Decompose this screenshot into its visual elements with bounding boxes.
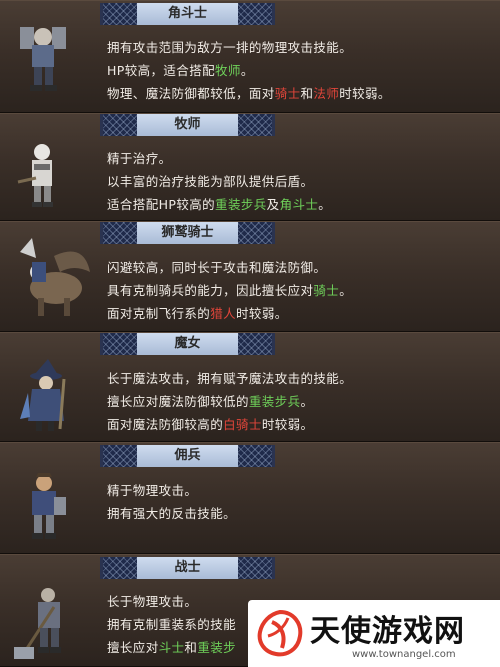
unit-desc-line: 以丰富的治疗技能为部队提供后盾。 [107, 174, 314, 189]
unit-title: 佣兵 [174, 448, 201, 463]
unit-title-banner: 狮鹫骑士 [100, 222, 275, 244]
unit-section-mercenary: 佣兵 精于物理攻击。 拥有强大的反击技能。 [0, 442, 500, 554]
unit-title-banner: 佣兵 [100, 445, 275, 467]
unit-desc-line: 精于治疗。 [107, 151, 172, 166]
warrior-sprite-icon [14, 588, 61, 659]
unit-title-banner: 战士 [100, 557, 275, 579]
unit-desc-line: 精于物理攻击。 [107, 483, 198, 498]
unit-desc-line: 面对克制飞行系的猎人时较弱。 [107, 306, 288, 321]
site-watermark: 天使游戏网 www.townangel.com [248, 600, 500, 667]
mercenary-sprite-icon [32, 473, 66, 539]
unit-desc-line: 长于魔法攻击，拥有赋予魔法攻击的技能。 [107, 371, 353, 386]
unit-title: 狮鹫骑士 [161, 225, 214, 240]
unit-desc-line: 具有克制骑兵的能力，因此擅长应对骑士。 [107, 283, 353, 298]
gladiator-sprite-icon [20, 27, 66, 91]
unit-title: 角斗士 [167, 6, 207, 21]
unit-desc-line: 物理、魔法防御都较低，面对骑士和法师时较弱。 [107, 86, 391, 101]
unit-title: 魔女 [174, 336, 201, 351]
unit-title-banner: 角斗士 [100, 3, 275, 25]
unit-section-witch: 魔女 长于魔法攻击，拥有赋予魔法攻击的技能。 擅长应对魔法防御较低的重装步兵。 … [0, 332, 500, 442]
unit-desc-line: 擅长应对斗士和重装步 [107, 640, 237, 655]
unit-desc-line: 面对魔法防御较高的白骑士时较弱。 [107, 417, 314, 432]
unit-desc-line: 拥有克制重装系的技能 [107, 617, 237, 632]
cleric-sprite-icon [17, 144, 53, 207]
unit-title: 战士 [174, 560, 201, 575]
gryphon-knight-sprite-icon [20, 238, 90, 316]
unit-desc-line: HP较高，适合搭配牧师。 [107, 63, 254, 78]
unit-title-banner: 牧师 [100, 114, 275, 136]
unit-section-gryphon-knight: 狮鹫骑士 闪避较高，同时长于攻击和魔法防御。 具有克制骑兵的能力，因此擅长应对骑… [0, 221, 500, 332]
watermark-url: www.townangel.com [352, 649, 456, 660]
unit-section-gladiator: 角斗士 拥有攻击范围为敌方一排的物理攻击技能。 HP较高，适合搭配牧师。 物理、… [0, 0, 500, 113]
watermark-title: 天使游戏网 [310, 614, 465, 649]
unit-desc-line: 长于物理攻击。 [107, 594, 198, 609]
unit-desc-line: 拥有攻击范围为敌方一排的物理攻击技能。 [107, 40, 353, 55]
unit-title: 牧师 [174, 117, 201, 132]
angel-logo-icon [257, 609, 303, 657]
witch-sprite-icon [20, 359, 66, 431]
unit-section-cleric: 牧师 精于治疗。 以丰富的治疗技能为部队提供后盾。 适合搭配HP较高的重装步兵及… [0, 113, 500, 221]
unit-desc-line: 闪避较高，同时长于攻击和魔法防御。 [107, 260, 327, 275]
unit-desc-line: 擅长应对魔法防御较低的重装步兵。 [107, 394, 314, 409]
unit-title-banner: 魔女 [100, 333, 275, 355]
unit-desc-line: 拥有强大的反击技能。 [107, 506, 237, 521]
unit-desc-line: 适合搭配HP较高的重装步兵及角斗士。 [107, 197, 332, 212]
